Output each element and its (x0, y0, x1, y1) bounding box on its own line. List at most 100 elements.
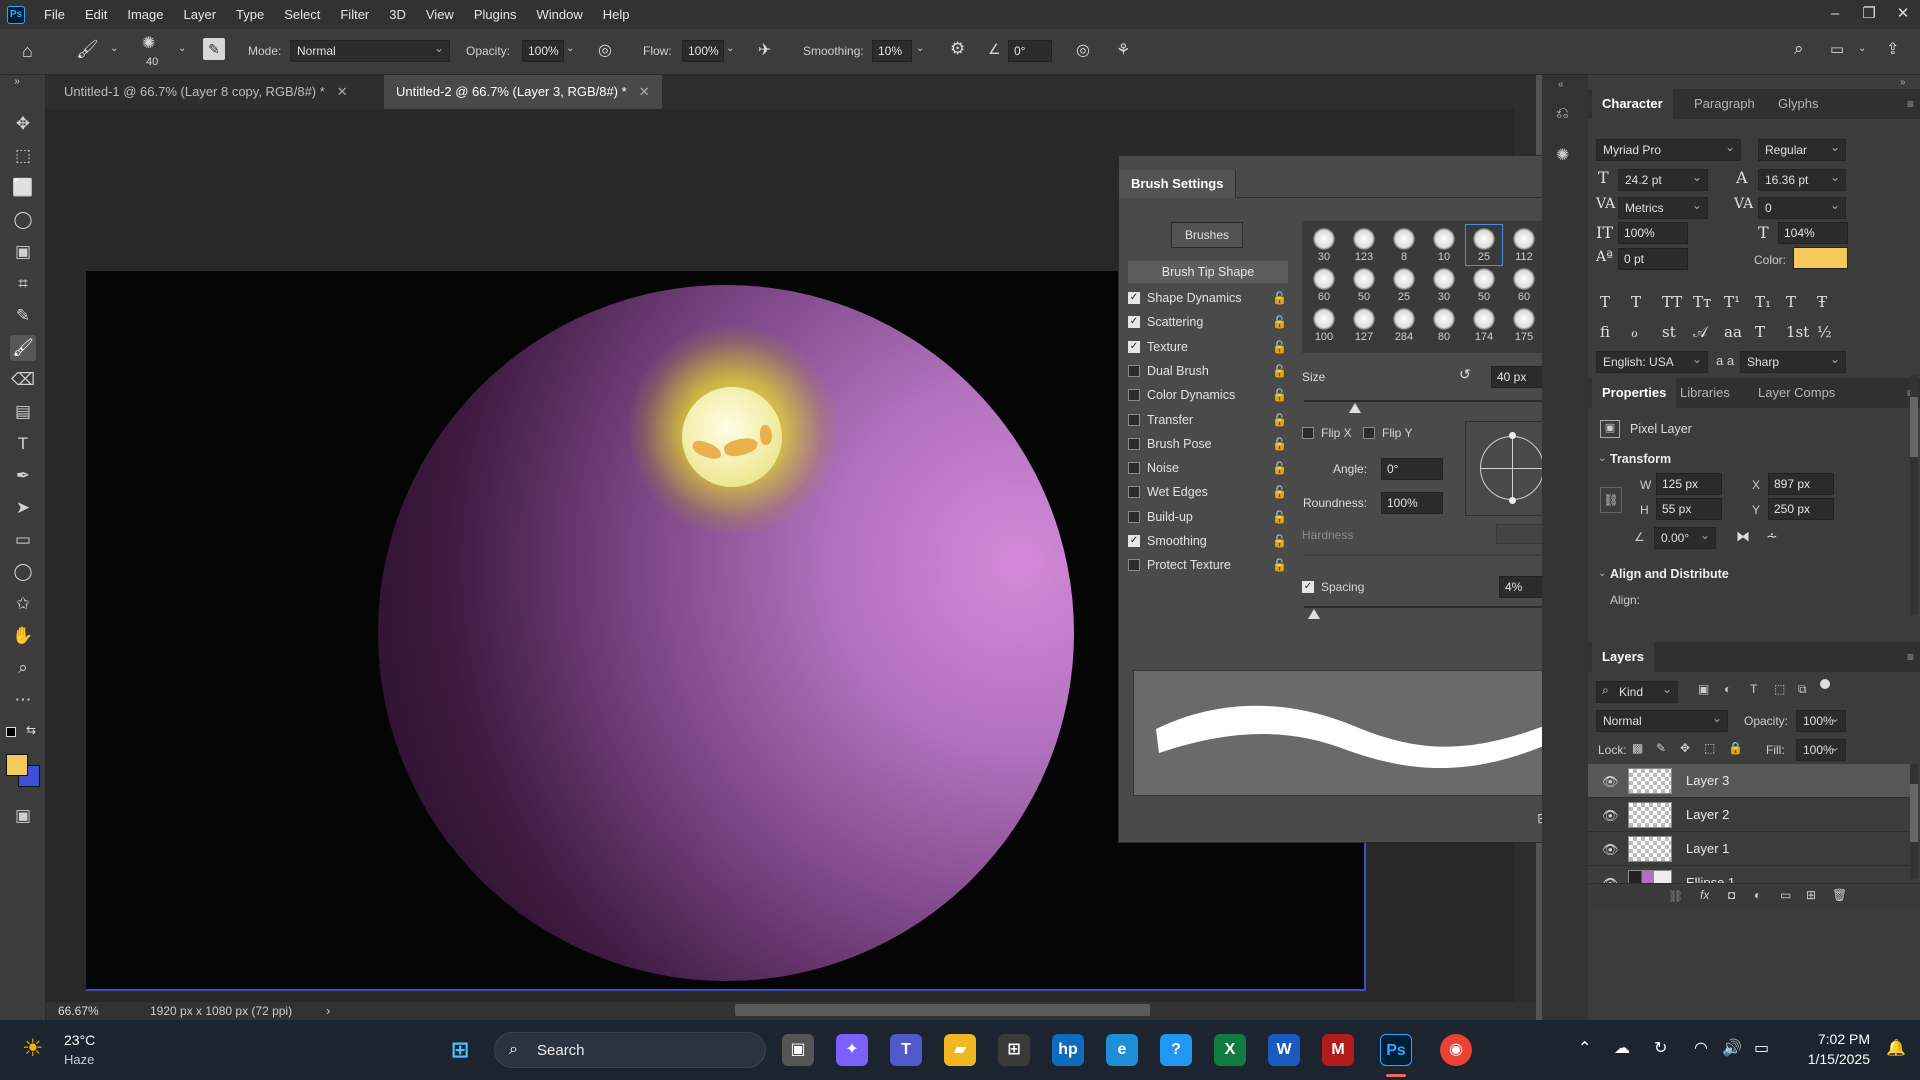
brush-tip-preset[interactable]: 100 (1306, 305, 1342, 345)
menu-file[interactable]: File (34, 0, 75, 29)
close-icon[interactable]: ✕ (337, 84, 348, 99)
option-checkbox[interactable]: ✓ (1128, 316, 1140, 329)
brush-tip-preset[interactable]: 175 (1506, 305, 1542, 345)
chevron-down-icon[interactable]: ⌄ (566, 43, 574, 54)
opacity-input[interactable]: 100% (522, 40, 564, 62)
visibility-eye-icon[interactable]: 👁 (1602, 774, 1619, 790)
brush-tip-preset[interactable]: 60 (1306, 265, 1342, 305)
group-folder-icon[interactable]: ▭ (1780, 888, 1791, 902)
share-icon[interactable]: ⇪ (1886, 39, 1899, 59)
language-select[interactable]: English: USA (1596, 349, 1708, 373)
photoshop-logo-icon[interactable]: Ps (7, 5, 25, 24)
lock-icon[interactable]: 🔓 (1272, 315, 1287, 329)
chevron-down-icon[interactable]: ⌄ (110, 43, 118, 54)
eraser-tool-icon[interactable]: ⌫ (10, 367, 36, 393)
tracking-input[interactable]: 0 (1758, 195, 1846, 219)
brush-tip-preset[interactable]: 25 (1386, 265, 1422, 305)
link-layers-icon[interactable]: ⛓ (1668, 889, 1683, 903)
text-style-button[interactable]: 𝒜 (1693, 323, 1707, 341)
option-checkbox[interactable] (1128, 510, 1140, 523)
flow-input[interactable]: 100% (682, 40, 724, 62)
layer-mask-icon[interactable]: ◘ (1728, 888, 1735, 902)
menu-view[interactable]: View (416, 0, 464, 29)
brush-tip-preset[interactable]: 60 (1506, 265, 1542, 305)
chevron-down-icon[interactable]: ⌄ (1598, 568, 1606, 579)
smoothing-input[interactable]: 10% (872, 40, 912, 62)
gear-icon[interactable]: ⚙ (950, 39, 965, 59)
flip-x-checkbox[interactable] (1302, 427, 1314, 439)
panel-menu-icon[interactable]: ≡ (1907, 650, 1914, 664)
chevron-down-icon[interactable]: ⌄ (916, 43, 924, 54)
filter-pixel-icon[interactable]: ▣ (1698, 682, 1709, 696)
polygon-tool-icon[interactable]: ✩ (10, 591, 36, 617)
text-style-button[interactable]: Tт (1693, 293, 1711, 311)
status-arrow-icon[interactable]: › (326, 1003, 330, 1018)
x-input[interactable]: 897 px (1768, 473, 1834, 495)
volume-icon[interactable]: 🔊 (1722, 1038, 1742, 1058)
chevron-down-icon[interactable]: ⌄ (1598, 453, 1606, 464)
teams-icon[interactable]: T (890, 1034, 922, 1066)
minimize-button[interactable]: – (1818, 0, 1852, 29)
lock-icon[interactable]: 🔓 (1272, 340, 1287, 354)
brush-tip-preset[interactable]: 50 (1346, 265, 1382, 305)
expand-icon[interactable]: » (1900, 77, 1906, 88)
tab-layers[interactable]: Layers (1592, 642, 1654, 672)
link-dimensions-icon[interactable]: ⛓ (1600, 487, 1622, 513)
option-checkbox[interactable]: ✓ (1128, 292, 1140, 304)
foreground-color-swatch[interactable] (6, 754, 28, 776)
collapse-icon[interactable]: » (4, 75, 30, 89)
clock-time[interactable]: 7:02 PM (1798, 1031, 1870, 1047)
text-style-button[interactable]: ½ (1817, 323, 1832, 341)
mcafee-icon[interactable]: M (1322, 1034, 1354, 1066)
menu-help[interactable]: Help (593, 0, 640, 29)
close-icon[interactable]: ✕ (639, 84, 650, 99)
photoshop-taskbar-icon[interactable]: Ps (1380, 1034, 1412, 1066)
fill-input[interactable]: 100% (1796, 737, 1846, 761)
spacing-slider-thumb[interactable] (1308, 609, 1321, 619)
align-distribute-heading[interactable]: Align and Distribute (1610, 567, 1729, 581)
collapse-icon[interactable]: « (1558, 79, 1564, 90)
tab-libraries[interactable]: Libraries (1670, 378, 1740, 408)
crop-tool-icon[interactable]: ⌗ (10, 271, 36, 297)
symmetry-icon[interactable]: ⚘ (1116, 40, 1130, 60)
tab-properties[interactable]: Properties (1592, 378, 1677, 408)
home-icon[interactable]: ⌂ (22, 41, 33, 62)
brush-tip-preset[interactable]: 284 (1386, 305, 1422, 345)
spacing-slider[interactable] (1304, 606, 1559, 608)
text-style-button[interactable]: TT (1662, 293, 1682, 311)
brush-option-build-up[interactable]: Build-up 🔓 (1128, 507, 1288, 527)
menu-select[interactable]: Select (274, 0, 330, 29)
font-style-select[interactable]: Regular (1758, 137, 1846, 161)
zoom-tool-icon[interactable]: ⌕ (10, 655, 36, 681)
brush-tip-preset[interactable]: 30 (1306, 225, 1342, 265)
brush-tip-preset[interactable]: 50 (1466, 265, 1502, 305)
visibility-eye-icon[interactable]: 👁 (1602, 808, 1619, 824)
leading-input[interactable]: 16.36 pt (1758, 167, 1846, 191)
layer-opacity-input[interactable]: 100% (1796, 708, 1846, 732)
properties-scrollbar[interactable] (1910, 375, 1918, 615)
brush-tip-preset[interactable]: 10 (1426, 225, 1462, 265)
brush-option-noise[interactable]: Noise 🔓 (1128, 458, 1288, 478)
flip-x-option[interactable]: Flip X (1302, 426, 1352, 440)
workspace-icon[interactable]: ▭ (1830, 40, 1844, 58)
ellipse-tool-icon[interactable]: ◯ (10, 559, 36, 585)
tab-untitled-2[interactable]: Untitled-2 @ 66.7% (Layer 3, RGB/8#) * ✕ (384, 75, 662, 109)
lasso-tool-icon[interactable]: ◯ (10, 207, 36, 233)
brush-tool-icon[interactable]: 🖌 (76, 39, 99, 60)
menu-image[interactable]: Image (117, 0, 173, 29)
menu-plugins[interactable]: Plugins (464, 0, 527, 29)
visibility-eye-icon[interactable]: 👁 (1602, 842, 1619, 858)
option-checkbox[interactable] (1128, 462, 1140, 475)
adjustment-layer-icon[interactable]: ◐ (1754, 888, 1761, 902)
option-checkbox[interactable] (1128, 364, 1140, 377)
pen-tool-icon[interactable]: ✒ (10, 463, 36, 489)
angle-input[interactable]: 0° (1381, 458, 1443, 480)
brush-tip-preset[interactable]: 30 (1426, 265, 1462, 305)
menu-edit[interactable]: Edit (75, 0, 117, 29)
chevron-down-icon[interactable]: ⌄ (178, 43, 186, 54)
lock-icon[interactable]: 🔓 (1272, 461, 1287, 475)
kerning-select[interactable]: Metrics (1618, 195, 1708, 219)
copilot-icon[interactable]: ✦ (836, 1034, 868, 1066)
brush-tip-preset[interactable]: 8 (1386, 225, 1422, 265)
help-icon[interactable]: ? (1160, 1034, 1192, 1066)
